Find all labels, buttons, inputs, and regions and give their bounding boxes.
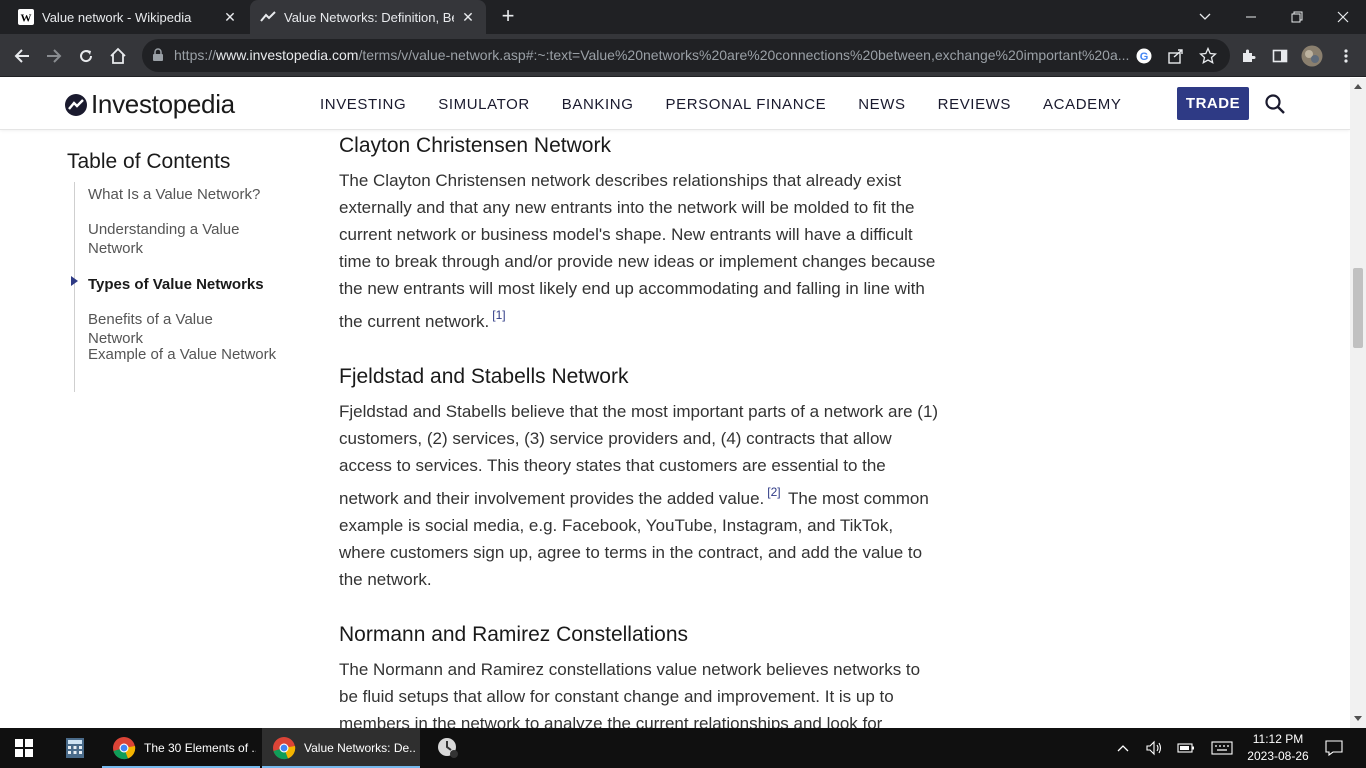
url-text[interactable]: https://www.investopedia.com/terms/v/val… (174, 47, 1129, 63)
battery-icon[interactable] (1174, 728, 1198, 768)
nav-news[interactable]: NEWS (858, 96, 905, 113)
chrome-icon (273, 737, 296, 760)
page-scrollbar[interactable] (1350, 78, 1366, 728)
url-scheme: https:// (174, 47, 217, 63)
site-header: Investopedia INVESTING SIMULATOR BANKING… (0, 78, 1350, 130)
search-icon[interactable] (1264, 93, 1286, 115)
scrollbar-thumb[interactable] (1353, 268, 1363, 348)
browser-tab-strip: W Value network - Wikipedia ✕ Value Netw… (0, 0, 1366, 34)
toc-item-types[interactable]: Types of Value Networks (88, 275, 268, 294)
clock-date: 2023-08-26 (1247, 749, 1309, 763)
close-tab-icon[interactable]: ✕ (460, 9, 476, 25)
section-body-fjeldstad: Fjeldstad and Stabells believe that the … (339, 398, 939, 593)
tab-title: Value network - Wikipedia (42, 9, 192, 25)
calculator-app-icon[interactable] (56, 728, 94, 768)
tab-investopedia[interactable]: Value Networks: Definition, Benefits ✕ (250, 0, 486, 34)
close-tab-icon[interactable]: ✕ (222, 9, 238, 25)
chrome-icon (113, 737, 136, 760)
home-icon[interactable] (104, 42, 132, 70)
trade-button[interactable]: TRADE (1177, 87, 1249, 120)
windows-taskbar: The 30 Elements of ... Value Networks: D… (0, 728, 1366, 768)
side-panel-icon[interactable] (1266, 42, 1294, 70)
show-hidden-icons-icon[interactable] (1112, 728, 1134, 768)
section-heading-fjeldstad: Fjeldstad and Stabells Network (339, 365, 629, 388)
extensions-icon[interactable] (1234, 42, 1262, 70)
logo-text: Investopedia (91, 89, 235, 119)
toc-item-benefits[interactable]: Benefits of a Value Network (88, 310, 268, 348)
notifications-icon[interactable] (1320, 728, 1348, 768)
svg-text:G: G (1140, 51, 1149, 63)
keyboard-icon[interactable] (1208, 728, 1236, 768)
tab-wikipedia[interactable]: W Value network - Wikipedia ✕ (8, 0, 248, 34)
table-of-contents: Table of Contents What Is a Value Networ… (67, 150, 307, 392)
url-path: /terms/v/value-network.asp#:~:text=Value… (358, 47, 1129, 63)
volume-icon[interactable] (1142, 728, 1166, 768)
reload-icon[interactable] (72, 42, 100, 70)
scroll-up-arrow-icon[interactable] (1354, 84, 1362, 89)
minimize-icon[interactable] (1228, 0, 1274, 34)
toc-list: What Is a Value Network? Understanding a… (71, 182, 294, 392)
citation-link[interactable]: [1] (489, 308, 508, 322)
system-clock[interactable]: 11:12 PM 2023-08-26 (1240, 731, 1316, 765)
back-icon[interactable] (8, 42, 36, 70)
menu-dots-icon[interactable] (1332, 42, 1360, 70)
nav-academy[interactable]: ACADEMY (1043, 96, 1121, 113)
bookmark-star-icon[interactable] (1197, 45, 1219, 67)
toc-item-example[interactable]: Example of a Value Network (88, 345, 288, 364)
clock-time: 11:12 PM (1252, 732, 1304, 746)
nav-banking[interactable]: BANKING (562, 96, 634, 113)
taskbar-app-title: The 30 Elements of ... (144, 741, 256, 755)
snipping-tool-icon[interactable] (428, 728, 468, 768)
browser-toolbar: https://www.investopedia.com/terms/v/val… (0, 34, 1366, 77)
paragraph-text: The Clayton Christensen network describe… (339, 171, 936, 331)
nav-investing[interactable]: INVESTING (320, 96, 406, 113)
toc-item-understanding[interactable]: Understanding a Value Network (88, 220, 253, 258)
google-icon[interactable]: G (1133, 45, 1155, 67)
nav-reviews[interactable]: REVIEWS (938, 96, 1011, 113)
tab-title: Value Networks: Definition, Benefits (284, 9, 454, 25)
taskbar-app-chrome-2[interactable]: Value Networks: De... (262, 728, 420, 768)
taskbar-app-chrome-1[interactable]: The 30 Elements of ... (102, 728, 260, 768)
citation-link[interactable]: [2] (764, 485, 783, 499)
main-nav: INVESTING SIMULATOR BANKING PERSONAL FIN… (320, 96, 1153, 113)
address-bar[interactable]: https://www.investopedia.com/terms/v/val… (142, 39, 1230, 72)
scroll-down-arrow-icon[interactable] (1354, 716, 1362, 721)
section-heading-christensen: Clayton Christensen Network (339, 134, 611, 157)
section-body-christensen: The Clayton Christensen network describe… (339, 167, 939, 335)
new-tab-button[interactable]: + (496, 5, 520, 29)
section-body-normann: The Normann and Ramirez constellations v… (339, 660, 921, 728)
forward-icon[interactable] (40, 42, 68, 70)
investopedia-icon (260, 9, 276, 25)
profile-avatar[interactable] (1298, 42, 1326, 70)
windows-logo-icon (15, 739, 33, 757)
start-button[interactable] (0, 728, 48, 768)
lock-icon[interactable] (152, 48, 164, 67)
investopedia-logo[interactable]: Investopedia (64, 89, 235, 120)
restore-icon[interactable] (1274, 0, 1320, 34)
toc-title: Table of Contents (67, 150, 231, 173)
taskbar-app-title: Value Networks: De... (304, 741, 416, 755)
tab-search-icon[interactable] (1182, 0, 1228, 34)
wikipedia-icon: W (18, 9, 34, 25)
investopedia-logo-icon (65, 93, 87, 116)
toc-item-what-is[interactable]: What Is a Value Network? (88, 185, 268, 204)
close-window-icon[interactable] (1320, 0, 1366, 34)
svg-text:W: W (21, 13, 32, 25)
url-domain: www.investopedia.com (216, 47, 359, 63)
web-page: Investopedia INVESTING SIMULATOR BANKING… (0, 78, 1350, 728)
nav-simulator[interactable]: SIMULATOR (438, 96, 530, 113)
section-heading-normann: Normann and Ramirez Constellations (339, 623, 688, 646)
toc-active-marker-icon (71, 276, 78, 286)
share-icon[interactable] (1165, 45, 1187, 67)
nav-personal-finance[interactable]: PERSONAL FINANCE (666, 96, 827, 113)
